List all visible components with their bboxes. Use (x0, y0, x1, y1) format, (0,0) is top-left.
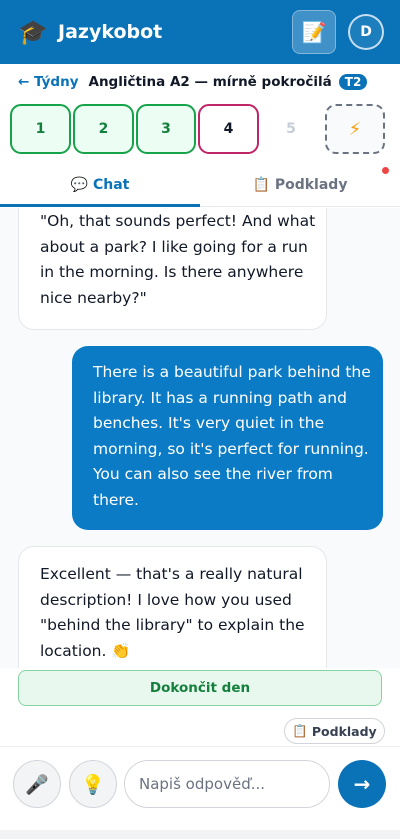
graduation-cap-icon: 🎓 (18, 18, 48, 46)
tab-bar: 💬 Chat 📋 Podklady (0, 163, 400, 207)
message-line: about a park? I like going for a run (40, 237, 308, 256)
clipboard-icon: 📋 (292, 723, 308, 738)
message-line: morning, so it's perfect for running. (93, 439, 369, 458)
notes-button[interactable]: 📝 (292, 10, 336, 54)
message-line: description! I love how you used (40, 590, 292, 609)
day-4-button[interactable]: 4 (198, 104, 259, 154)
send-button[interactable]: → (338, 760, 386, 808)
notification-dot (382, 167, 389, 174)
tab-podklady-label: Podklady (274, 176, 348, 193)
memo-icon: 📝 (301, 20, 327, 44)
day-5-button: 5 (261, 104, 321, 154)
lightbulb-icon: 💡 (81, 773, 105, 796)
bonus-lightning-button[interactable]: ⚡ (325, 104, 385, 154)
arrow-right-icon: → (353, 772, 371, 796)
app-header: 🎓 Jazykobot 📝 D (0, 0, 400, 64)
hint-button[interactable]: 💡 (69, 760, 117, 808)
message-line: benches. It's very quiet in the (93, 414, 325, 432)
speech-bubble-icon: 💬 (70, 176, 89, 193)
podklady-button-label: Podklady (311, 723, 377, 739)
finish-day-button[interactable]: Dokončit den (18, 670, 382, 706)
day-2-button[interactable]: 2 (73, 104, 134, 154)
tab-podklady[interactable]: 📋 Podklady (200, 163, 400, 206)
message-line: There is a beautiful park behind the (93, 363, 371, 381)
course-title: Angličtina A2 — mírně pokročilá (88, 74, 332, 90)
avatar[interactable]: D (348, 14, 384, 50)
bot-message: Excellent — that's a really natural desc… (18, 546, 327, 668)
message-line: library. It has a running path and (93, 388, 347, 407)
message-line: "Oh, that sounds perfect! And what (40, 212, 316, 230)
microphone-icon: 🎤 (25, 773, 49, 796)
bot-message: "Oh, that sounds perfect! And what about… (18, 208, 327, 330)
message-line: "behind the library" to explain the (40, 616, 305, 634)
message-line: in the morning. Is there anywhere (40, 263, 304, 281)
week-badge: T2 (338, 74, 368, 90)
lightning-icon: ⚡ (348, 118, 362, 140)
message-line: location. 👏 (40, 641, 131, 660)
microphone-button[interactable]: 🎤 (13, 760, 61, 808)
message-composer: 🎤 💡 → (0, 746, 400, 839)
breadcrumb: ← Týdny Angličtina A2 — mírně pokročilá … (18, 70, 368, 94)
message-line: nice nearby?" (40, 288, 147, 307)
day-1-button[interactable]: 1 (10, 104, 71, 154)
answer-input[interactable] (124, 760, 330, 808)
day-selector: 1 2 3 4 5 ⚡ (10, 104, 390, 154)
chat-thread[interactable]: "Oh, that sounds perfect! And what about… (0, 208, 400, 668)
message-line: Excellent — that's a really natural (40, 565, 303, 583)
day-3-button[interactable]: 3 (136, 104, 196, 154)
message-line: there. (93, 490, 139, 509)
back-to-weeks-link[interactable]: ← Týdny (18, 74, 79, 90)
tab-chat-label: Chat (92, 176, 130, 193)
message-line: You can also see the river from (93, 465, 333, 483)
bottom-bar (0, 830, 400, 839)
clipboard-icon: 📋 (252, 176, 270, 193)
tab-chat[interactable]: 💬 Chat (0, 163, 200, 207)
app-title: Jazykobot (58, 21, 163, 43)
user-message: There is a beautiful park behind the lib… (72, 346, 383, 530)
podklady-button[interactable]: 📋 Podklady (284, 718, 385, 744)
